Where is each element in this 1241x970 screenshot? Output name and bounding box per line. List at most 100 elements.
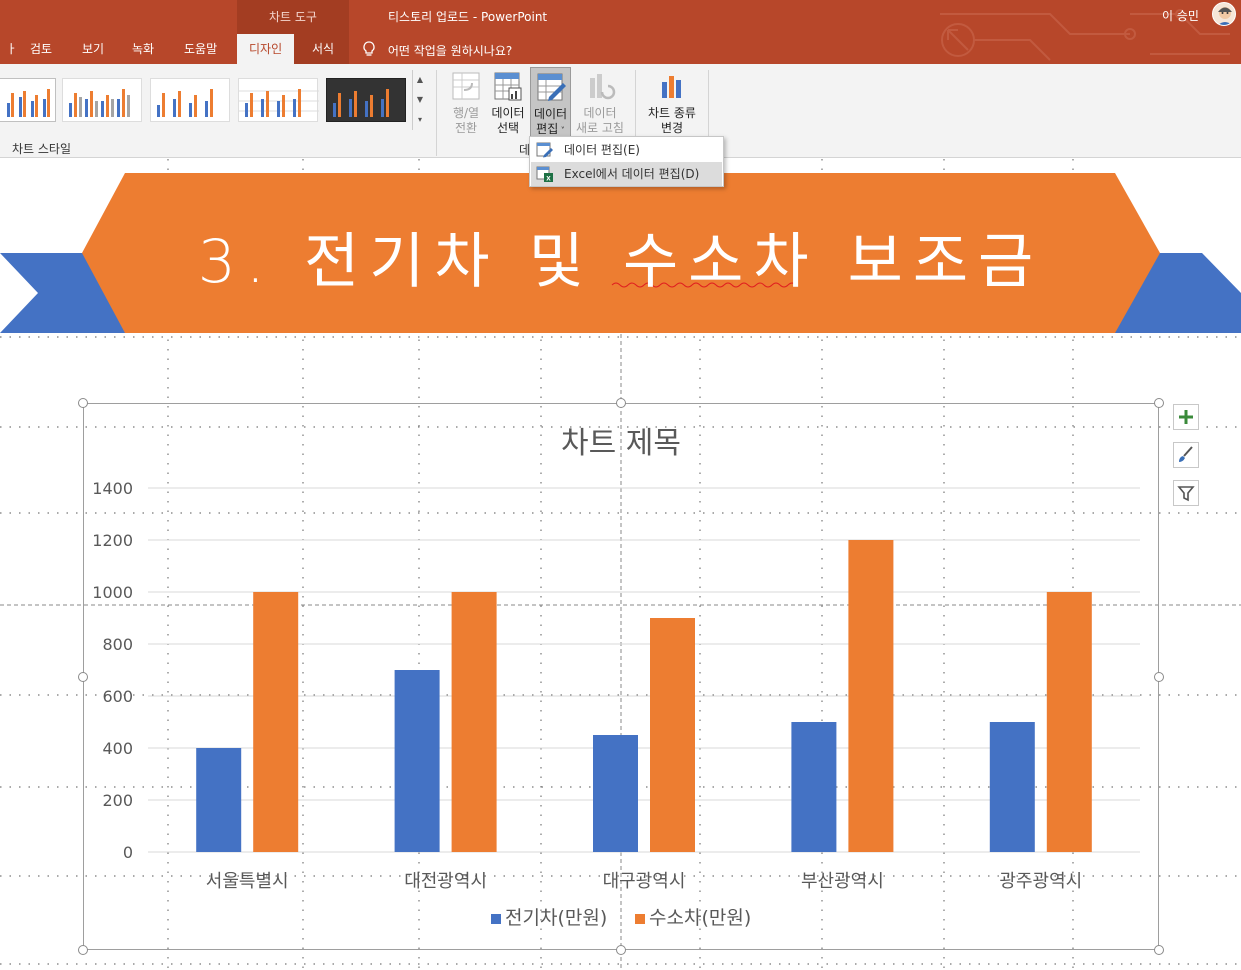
select-data-label-2: 선택 [496,121,520,135]
edit-data-button[interactable]: 데이터 편집 ˅ [530,67,571,137]
tab-design[interactable]: 디자인 [237,34,295,64]
gallery-more-icon[interactable]: ▾ [413,110,427,130]
change-chart-type-icon [656,70,688,102]
edit-data-in-excel-menu-label: Excel에서 데이터 편집(D) [564,167,700,181]
svg-text:x: x [546,174,551,183]
group-separator [436,70,437,156]
legend-label: 전기차(만원) [505,907,607,929]
lightbulb-icon [362,41,380,60]
switch-row-column-icon [450,70,482,102]
resize-handle[interactable] [1154,945,1164,955]
chart-filters-button[interactable] [1173,480,1199,506]
chart-style-group-label: 차트 스타일 [12,142,72,156]
tab-format[interactable]: 서식 [300,34,346,64]
legend-swatch [635,914,645,924]
refresh-data-button[interactable]: 데이터 새로 고침 [574,70,626,136]
bar-ev [593,735,638,852]
y-tick-label: 800 [102,635,133,654]
edit-data-in-excel-menu-item[interactable]: x Excel에서 데이터 편집(D) [531,162,722,186]
legend-swatch [491,914,501,924]
gallery-scroll: ▲ ▼ ▾ [412,70,426,130]
resize-handle[interactable] [78,398,88,408]
switch-row-column-label-1: 행/열 [452,106,480,120]
gallery-down-icon[interactable]: ▼ [413,90,427,110]
bar-hydrogen [848,540,894,852]
resize-handle[interactable] [616,945,626,955]
bar-ev [791,722,837,852]
tab-help[interactable]: 도움말 [172,34,229,64]
chart-styles-button[interactable] [1173,442,1199,468]
x-tick-label: 대구광역시 [603,871,686,892]
tab-record[interactable]: 녹화 [120,34,166,64]
chart-style-thumb-2[interactable] [62,78,142,122]
resize-handle[interactable] [78,945,88,955]
x-tick-label: 광주광역시 [999,871,1082,892]
edit-data-small-icon [536,142,554,158]
chart-elements-button[interactable] [1173,404,1199,430]
chevron-down-icon: ˅ [558,126,565,135]
x-tick-label: 대전광역시 [404,871,487,892]
y-tick-label: 1400 [92,479,133,498]
resize-handle[interactable] [78,671,88,682]
tab-review[interactable]: 검토 [18,34,64,64]
edit-data-icon [535,71,567,103]
select-data-icon [492,70,524,102]
user-avatar[interactable] [1212,2,1236,26]
legend-label: 수소차(만원) [649,907,751,929]
x-tick-label: 서울특별시 [206,871,289,892]
title-bar: 차트 도구 티스토리 업로드 - PowerPoint 이 승민 ㅏ 검토 보기… [0,0,1241,64]
refresh-data-label-2: 새로 고침 [576,121,624,135]
change-chart-type-button[interactable]: 차트 종류 변경 [644,70,700,136]
y-tick-label: 0 [123,843,133,862]
x-tick-label: 부산광역시 [801,871,884,892]
chart-title: 차트 제목 [561,426,681,461]
chart-tools-label: 차트 도구 [269,10,317,24]
gallery-up-icon[interactable]: ▲ [413,70,427,90]
document-title: 티스토리 업로드 - PowerPoint [388,10,548,24]
y-tick-label: 1000 [92,583,133,602]
switch-row-column-label-2: 전환 [454,121,478,135]
bar-hydrogen [451,592,497,852]
bar-ev [989,722,1035,852]
group-separator [708,70,709,136]
y-tick-label: 200 [102,791,133,810]
filter-icon [1177,486,1195,502]
slide-canvas[interactable]: 3. 전기차 및 수소차 보조금 차트 제목 0 200 400 600 800 1000 1… [0,159,1241,970]
resize-handle[interactable] [616,398,626,408]
edit-data-label-2-text: 편집 [536,122,559,136]
tell-me-text: 어떤 작업을 원하시나요? [387,44,513,58]
resize-handle[interactable] [1154,671,1164,682]
bar-hydrogen [650,618,695,852]
refresh-data-label-1: 데이터 [583,106,617,120]
edit-data-menu-label: 데이터 편집(E) [564,143,640,157]
plus-icon [1179,410,1193,424]
chart-style-thumb-4[interactable] [238,78,319,122]
edit-data-dropdown: 데이터 편집(E) x Excel에서 데이터 편집(D) [529,136,724,187]
y-tick-label: 400 [102,739,133,758]
change-chart-type-label-2: 변경 [660,121,684,135]
edit-data-menu-item[interactable]: 데이터 편집(E) [531,138,722,162]
edit-data-label-1: 데이터 [533,107,568,121]
excel-icon: x [536,166,554,183]
group-separator [635,70,636,136]
resize-handle[interactable] [1154,398,1164,408]
change-chart-type-label-1: 차트 종류 [648,106,696,120]
y-tick-label: 1200 [92,531,133,550]
tab-view[interactable]: 보기 [70,34,116,64]
bar-chart: 차트 제목 0 200 400 600 800 1000 1200 1400 서울특별시 대전광역시… [92,426,1140,929]
chart-style-gallery [0,70,426,130]
brush-icon [1179,446,1193,462]
tell-me-search[interactable]: 어떤 작업을 원하시나요? [362,41,512,60]
chart-style-thumb-1[interactable] [0,78,56,122]
refresh-data-icon [584,70,616,102]
y-tick-label: 600 [102,687,133,706]
bar-ev [196,748,242,852]
user-name[interactable]: 이 승민 [1162,7,1199,24]
select-data-button[interactable]: 데이터 선택 [489,70,527,136]
bar-hydrogen [1046,592,1092,852]
chart-style-thumb-3[interactable] [150,78,230,122]
bar-hydrogen [253,592,299,852]
switch-row-column-button[interactable]: 행/열 전환 [447,70,485,136]
bar-ev [394,670,440,852]
chart-style-thumb-5[interactable] [326,78,406,122]
